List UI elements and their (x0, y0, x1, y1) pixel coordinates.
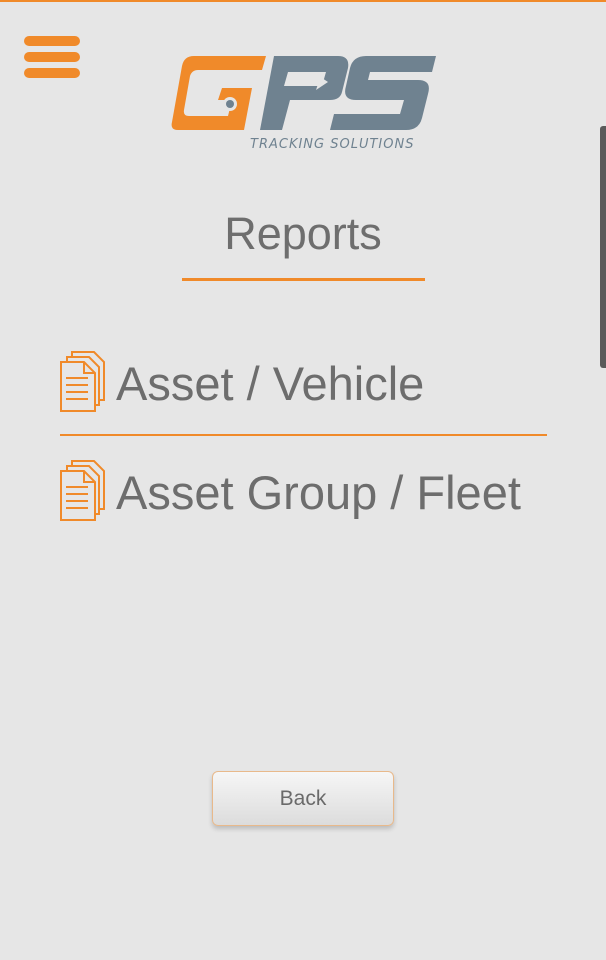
page-title: Reports (224, 208, 382, 259)
documents-icon (60, 460, 105, 521)
report-item-label: Asset Group / Fleet (116, 466, 521, 519)
menu-bar (24, 52, 80, 62)
hamburger-menu-icon[interactable] (22, 34, 82, 80)
documents-icon (60, 351, 105, 412)
scrollbar-thumb[interactable] (600, 126, 606, 368)
menu-bar (24, 36, 80, 46)
report-item-asset-vehicle[interactable]: Asset / Vehicle (58, 350, 558, 420)
report-item-asset-group-fleet[interactable]: Asset Group / Fleet (58, 459, 558, 529)
menu-bar (24, 68, 80, 78)
title-underline (182, 278, 425, 281)
top-accent-border (0, 0, 606, 2)
back-button[interactable]: Back (212, 771, 394, 826)
logo-tagline: TRACKING SOLUTIONS (250, 137, 415, 152)
item-divider (60, 434, 547, 436)
logo-letter-g (171, 56, 266, 130)
report-item-label: Asset / Vehicle (116, 357, 425, 410)
